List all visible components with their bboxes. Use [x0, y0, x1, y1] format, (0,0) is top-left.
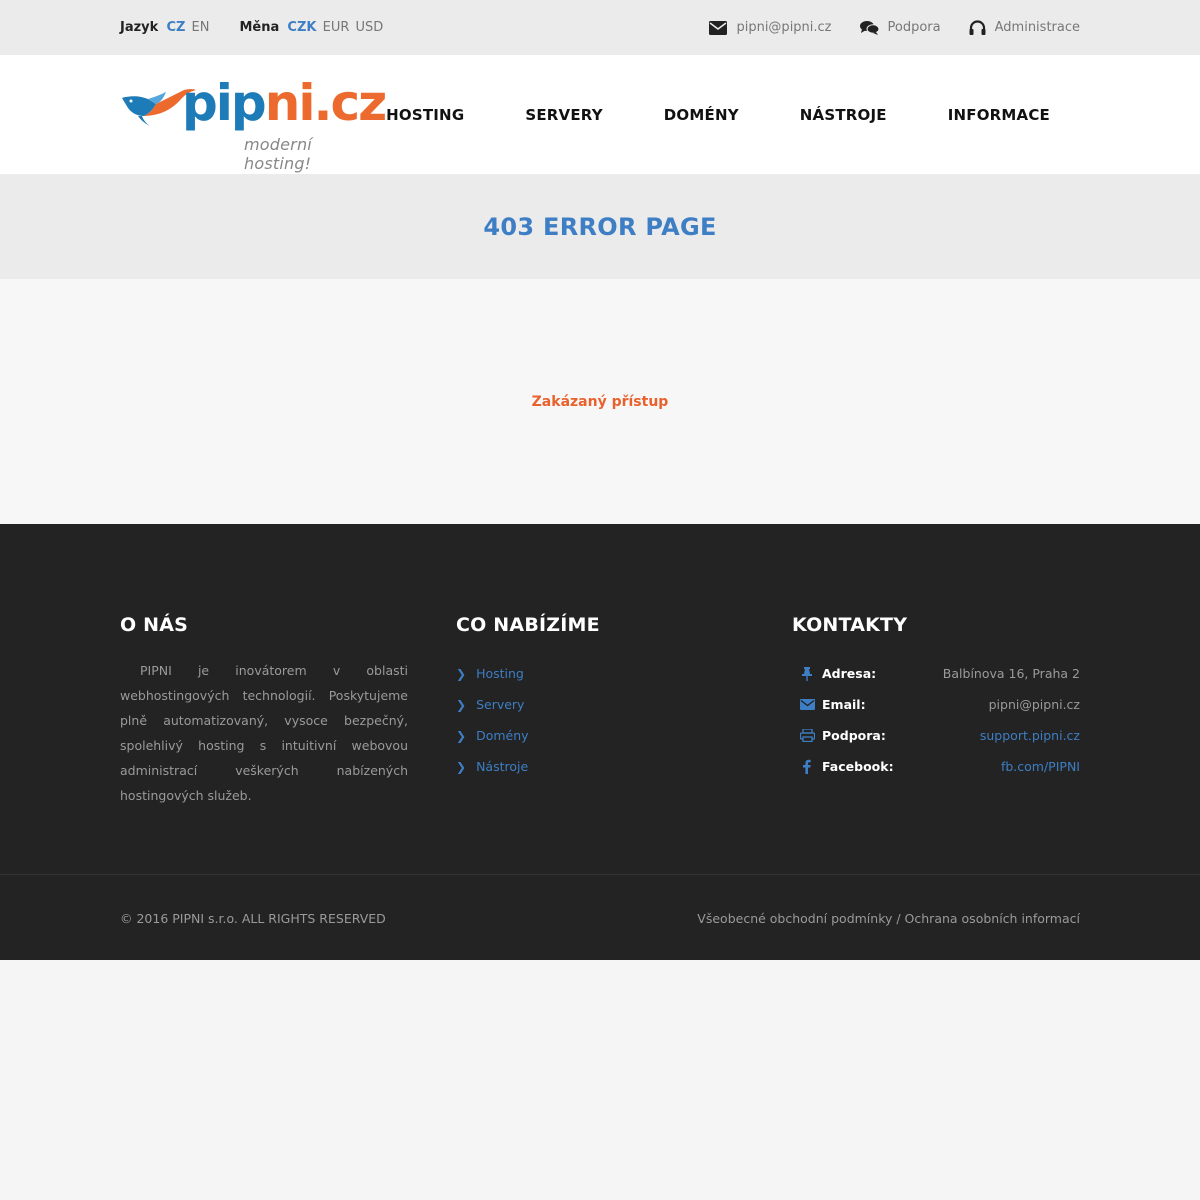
page-title: 403 ERROR PAGE	[483, 212, 717, 241]
pin-icon	[796, 666, 818, 681]
footer-link-label: Nástroje	[476, 759, 529, 774]
nav-hosting[interactable]: HOSTING	[386, 106, 464, 124]
nav-informace[interactable]: INFORMACE	[948, 106, 1050, 124]
nav-domeny[interactable]: DOMÉNY	[664, 106, 739, 124]
main-content: Zakázaný přístup	[0, 279, 1200, 524]
language-switcher: Jazyk CZ EN	[120, 20, 210, 35]
footer-link-servery[interactable]: ❯ Servery	[456, 689, 744, 720]
footer-contacts-heading: KONTAKTY	[792, 614, 908, 636]
chat-bubbles-icon	[859, 20, 879, 35]
footer-about-heading: O NÁS	[120, 614, 189, 636]
facebook-icon	[796, 759, 818, 774]
contact-facebook-row: Facebook: fb.com/PIPNI	[792, 751, 1080, 782]
chevron-right-icon: ❯	[456, 728, 467, 743]
footer: O NÁS PIPNI je inovátorem v oblasti webh…	[0, 524, 1200, 874]
printer-icon	[796, 729, 818, 742]
contact-email-value: pipni@pipni.cz	[988, 697, 1080, 712]
currency-switcher: Měna CZK EUR USD	[240, 20, 384, 35]
nav-nastroje[interactable]: NÁSTROJE	[800, 106, 887, 124]
footer-offer-heading: CO NABÍZÍME	[456, 614, 600, 636]
headphones-icon	[969, 19, 986, 36]
contact-address-value: Balbínova 16, Praha 2	[942, 666, 1080, 681]
footer-about-text: PIPNI je inovátorem v oblasti webhosting…	[120, 663, 408, 803]
footer-link-label: Servery	[476, 697, 525, 712]
topbar-admin-link[interactable]: Administrace	[969, 19, 1080, 36]
contact-facebook-link[interactable]: fb.com/PIPNI	[1001, 759, 1080, 774]
envelope-icon	[709, 20, 728, 35]
logo-part-ni-cz: ni.cz	[264, 73, 387, 132]
main-nav: HOSTING SERVERY DOMÉNY NÁSTROJE INFORMAC…	[325, 106, 1050, 124]
header: pipni.cz moderní hosting! HOSTING SERVER…	[0, 55, 1200, 174]
footer-link-hosting[interactable]: ❯ Hosting	[456, 658, 744, 689]
currency-label: Měna	[239, 20, 280, 35]
contact-support-row: Podpora: support.pipni.cz	[792, 720, 1080, 751]
footer-offer: CO NABÍZÍME ❯ Hosting ❯ Servery ❯ Domény ❯ N…	[456, 614, 744, 808]
page-title-band: 403 ERROR PAGE	[0, 174, 1200, 279]
contact-email-label: Email:	[822, 697, 866, 712]
sub-footer: © 2016 PIPNI s.r.o. ALL RIGHTS RESERVED …	[0, 874, 1200, 960]
footer-link-label: Hosting	[476, 666, 524, 681]
error-message: Zakázaný přístup	[531, 393, 669, 410]
currency-eur-link[interactable]: EUR	[323, 20, 350, 35]
logo-wordmark: pipni.cz	[182, 78, 387, 128]
language-label: Jazyk	[120, 20, 159, 35]
chevron-right-icon: ❯	[456, 666, 467, 681]
contact-address-row: Adresa: Balbínova 16, Praha 2	[792, 658, 1080, 689]
footer-contacts: KONTAKTY Adresa: Balbínova 16, Praha 2 E…	[792, 614, 1080, 808]
language-en-link[interactable]: EN	[192, 20, 210, 35]
contact-support-link[interactable]: support.pipni.cz	[980, 728, 1080, 743]
topbar-email-link[interactable]: pipni@pipni.cz	[709, 20, 832, 35]
envelope-icon	[796, 699, 818, 710]
legal-links[interactable]: Všeobecné obchodní podmínky / Ochrana os…	[697, 911, 1080, 926]
top-bar: Jazyk CZ EN Měna CZK EUR USD pipni@pipni…	[0, 0, 1200, 55]
contact-facebook-label: Facebook:	[822, 759, 894, 774]
contact-email-row: Email: pipni@pipni.cz	[792, 689, 1080, 720]
topbar-email-text: pipni@pipni.cz	[736, 20, 832, 35]
language-cz-link[interactable]: CZ	[166, 20, 185, 35]
topbar-admin-text: Administrace	[994, 20, 1080, 35]
currency-czk-link[interactable]: CZK	[287, 20, 316, 35]
contact-support-label: Podpora:	[822, 728, 886, 743]
currency-usd-link[interactable]: USD	[356, 20, 384, 35]
chevron-right-icon: ❯	[456, 759, 467, 774]
topbar-support-text: Podpora	[887, 20, 941, 35]
footer-link-nastroje[interactable]: ❯ Nástroje	[456, 751, 744, 782]
footer-about: O NÁS PIPNI je inovátorem v oblasti webh…	[120, 614, 408, 808]
logo-part-pip: pip	[182, 73, 267, 132]
topbar-support-link[interactable]: Podpora	[859, 20, 941, 35]
copyright-text: © 2016 PIPNI s.r.o. ALL RIGHTS RESERVED	[120, 910, 386, 926]
site-logo[interactable]: pipni.cz moderní hosting!	[120, 70, 387, 173]
footer-link-label: Domény	[476, 728, 529, 743]
contact-address-label: Adresa:	[822, 666, 877, 681]
chevron-right-icon: ❯	[456, 697, 467, 712]
footer-link-domeny[interactable]: ❯ Domény	[456, 720, 744, 751]
nav-servery[interactable]: SERVERY	[525, 106, 602, 124]
logo-tagline: moderní hosting!	[244, 134, 312, 173]
